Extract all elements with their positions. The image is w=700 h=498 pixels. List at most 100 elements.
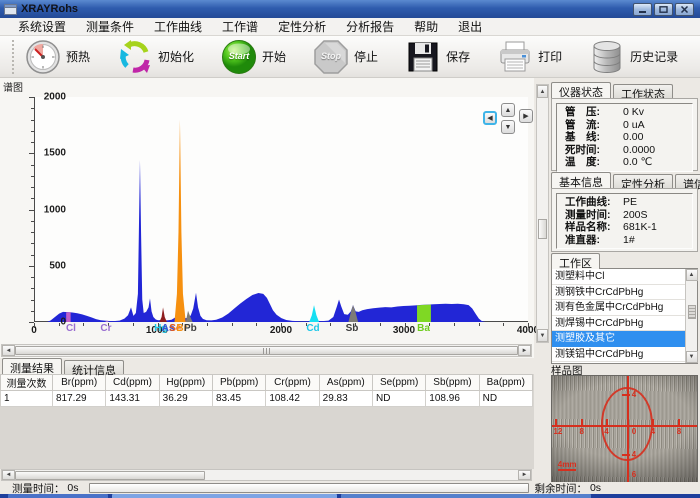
cell-hg: 36.29 bbox=[159, 391, 212, 407]
start-icon: Start bbox=[221, 39, 257, 75]
scroll-up-icon[interactable]: ▲ bbox=[537, 85, 548, 98]
tab-basic-info[interactable]: 基本信息 bbox=[551, 172, 611, 188]
history-button[interactable]: 历史记录 bbox=[589, 39, 678, 75]
work-area-item[interactable]: 测镁铝中CrCdPbHg bbox=[552, 347, 685, 363]
app-icon bbox=[4, 4, 17, 15]
start-label: 开始 bbox=[262, 48, 286, 65]
taskbar-window-button[interactable] bbox=[8, 494, 108, 498]
work-area-item[interactable]: 测有色金属中CrCdPbHg bbox=[552, 300, 685, 316]
scroll-left-icon[interactable]: ◄ bbox=[2, 345, 15, 356]
crosshair-vertical-line bbox=[627, 376, 629, 482]
cell-ba: ND bbox=[479, 391, 532, 407]
tab-instrument-status[interactable]: 仪器状态 bbox=[551, 82, 611, 98]
toolbar: 预热 初始化 Start 开始 bbox=[0, 36, 700, 78]
vertical-scroll-thumb[interactable] bbox=[538, 219, 547, 239]
menu-exit[interactable]: 退出 bbox=[448, 17, 492, 36]
col-cr: Cr(ppm) bbox=[266, 375, 319, 391]
work-curve-value: PE bbox=[623, 196, 637, 209]
initialize-label: 初始化 bbox=[158, 48, 194, 65]
maximize-button[interactable] bbox=[654, 3, 673, 16]
spectrum-series bbox=[35, 97, 529, 322]
element-label-Sb: Sb bbox=[346, 323, 359, 334]
table-scroll-thumb[interactable] bbox=[15, 471, 205, 480]
tab-statistics[interactable]: 统计信息 bbox=[64, 360, 124, 374]
scroll-right-icon[interactable]: ► bbox=[518, 345, 531, 356]
menu-qualitative-analysis[interactable]: 定性分析 bbox=[268, 17, 336, 36]
menu-bar: 系统设置 测量条件 工作曲线 工作谱 定性分析 分析报告 帮助 退出 bbox=[0, 18, 700, 36]
save-button[interactable]: 保存 bbox=[405, 39, 470, 75]
window-title: XRAYRohs bbox=[21, 3, 78, 15]
element-label-Cd: Cd bbox=[306, 323, 319, 334]
series-Ba-band bbox=[417, 305, 431, 322]
pan-left-button[interactable]: ◀ bbox=[483, 111, 497, 125]
work-curve-label: 工作曲线: bbox=[565, 196, 623, 209]
sample-axis-number: 6 bbox=[632, 470, 636, 479]
pan-down-button[interactable]: ▼ bbox=[501, 120, 515, 134]
scale-marker: 4mm bbox=[558, 460, 577, 471]
scroll-down-icon[interactable]: ▼ bbox=[686, 351, 698, 363]
menu-work-curve[interactable]: 工作曲线 bbox=[144, 17, 212, 36]
collimator-label: 准直器: bbox=[565, 234, 623, 247]
scroll-left-icon[interactable]: ◄ bbox=[2, 470, 15, 480]
work-area-item[interactable]: 测焊锡中CrCdPbHg bbox=[552, 316, 685, 332]
results-table[interactable]: 测量次数 Br(ppm) Cd(ppm) Hg(ppm) Pb(ppm) Cr(… bbox=[0, 374, 533, 407]
work-area-scroll-thumb[interactable] bbox=[688, 305, 696, 319]
chart-scroll-thumb[interactable] bbox=[15, 346, 518, 355]
col-measure-count: 测量次数 bbox=[1, 375, 53, 391]
col-sb: Sb(ppm) bbox=[426, 375, 479, 391]
menu-system-settings[interactable]: 系统设置 bbox=[8, 17, 76, 36]
sample-axis-number: 8 bbox=[580, 427, 584, 436]
start-button[interactable]: Start 开始 bbox=[221, 39, 286, 75]
scroll-down-icon[interactable]: ▼ bbox=[537, 329, 548, 342]
tab-working-status[interactable]: 工作状态 bbox=[613, 84, 673, 98]
series-Cd-peak bbox=[309, 305, 319, 322]
taskbar-window-button[interactable] bbox=[341, 494, 591, 498]
vertical-scrollbar[interactable]: ▲ ▼ bbox=[536, 84, 549, 343]
initialize-icon bbox=[117, 39, 153, 75]
stop-icon-text: Stop bbox=[313, 51, 349, 61]
work-area-item[interactable]: 测塑料中Cl bbox=[552, 269, 685, 285]
menu-measure-conditions[interactable]: 测量条件 bbox=[76, 17, 144, 36]
menu-work-spectrum[interactable]: 工作谱 bbox=[212, 17, 268, 36]
spectrum-plot[interactable] bbox=[34, 97, 528, 322]
stop-icon: Stop bbox=[313, 39, 349, 75]
print-button[interactable]: 打印 bbox=[497, 39, 562, 75]
temperature-value: 0.0 ℃ bbox=[623, 156, 652, 169]
scroll-up-icon[interactable]: ▲ bbox=[686, 269, 698, 281]
menu-help[interactable]: 帮助 bbox=[404, 17, 448, 36]
tube-current-label: 管 流: bbox=[565, 119, 623, 132]
preheat-label: 预热 bbox=[66, 48, 90, 65]
minimize-button[interactable] bbox=[633, 3, 652, 16]
stop-button[interactable]: Stop 停止 bbox=[313, 39, 378, 75]
chart-horizontal-scrollbar[interactable]: ◄ ► bbox=[1, 344, 532, 357]
right-panel: 仪器状态 工作状态 管 压:0 Kv 管 流:0 uA 基 线:0.00 死时间… bbox=[551, 82, 698, 494]
work-area-item[interactable]: 测塑胶及其它 bbox=[552, 331, 685, 347]
work-area-item[interactable]: 测钢铁中CrCdPbHg bbox=[552, 285, 685, 301]
initialize-button[interactable]: 初始化 bbox=[117, 39, 194, 75]
tab-measure-results[interactable]: 测量结果 bbox=[2, 358, 62, 374]
close-button[interactable] bbox=[675, 3, 694, 16]
maximize-icon bbox=[659, 6, 668, 13]
preheat-button[interactable]: 预热 bbox=[25, 39, 90, 75]
cell-pb: 83.45 bbox=[212, 391, 265, 407]
col-se: Se(ppm) bbox=[372, 375, 425, 391]
menu-analysis-report[interactable]: 分析报告 bbox=[336, 17, 404, 36]
y-tick-1500: 1500 bbox=[34, 148, 66, 159]
start-icon-text: Start bbox=[221, 51, 257, 61]
tab-spectrum-info[interactable]: 谱信息 bbox=[675, 174, 700, 188]
table-row[interactable]: 1 817.29 143.31 36.29 83.45 108.42 29.83… bbox=[1, 391, 533, 407]
cell-se: ND bbox=[372, 391, 425, 407]
title-bar: XRAYRohs bbox=[0, 0, 700, 18]
work-area-scrollbar[interactable]: ▲ ▼ bbox=[685, 269, 697, 363]
y-tick-0: 0 bbox=[34, 317, 66, 328]
tab-qualitative[interactable]: 定性分析 bbox=[613, 174, 673, 188]
pan-up-button[interactable]: ▲ bbox=[501, 103, 515, 117]
table-horizontal-scrollbar[interactable]: ◄ ► bbox=[1, 469, 532, 481]
tab-work-area[interactable]: 工作区 bbox=[551, 253, 600, 269]
chart-panel-label: 谱图 bbox=[3, 79, 23, 94]
pan-right-button[interactable]: ▶ bbox=[519, 109, 533, 123]
taskbar-window-button[interactable] bbox=[112, 494, 337, 498]
scroll-right-icon[interactable]: ► bbox=[518, 470, 531, 480]
dead-time-value: 0.0000 bbox=[623, 144, 655, 157]
tube-voltage-label: 管 压: bbox=[565, 106, 623, 119]
